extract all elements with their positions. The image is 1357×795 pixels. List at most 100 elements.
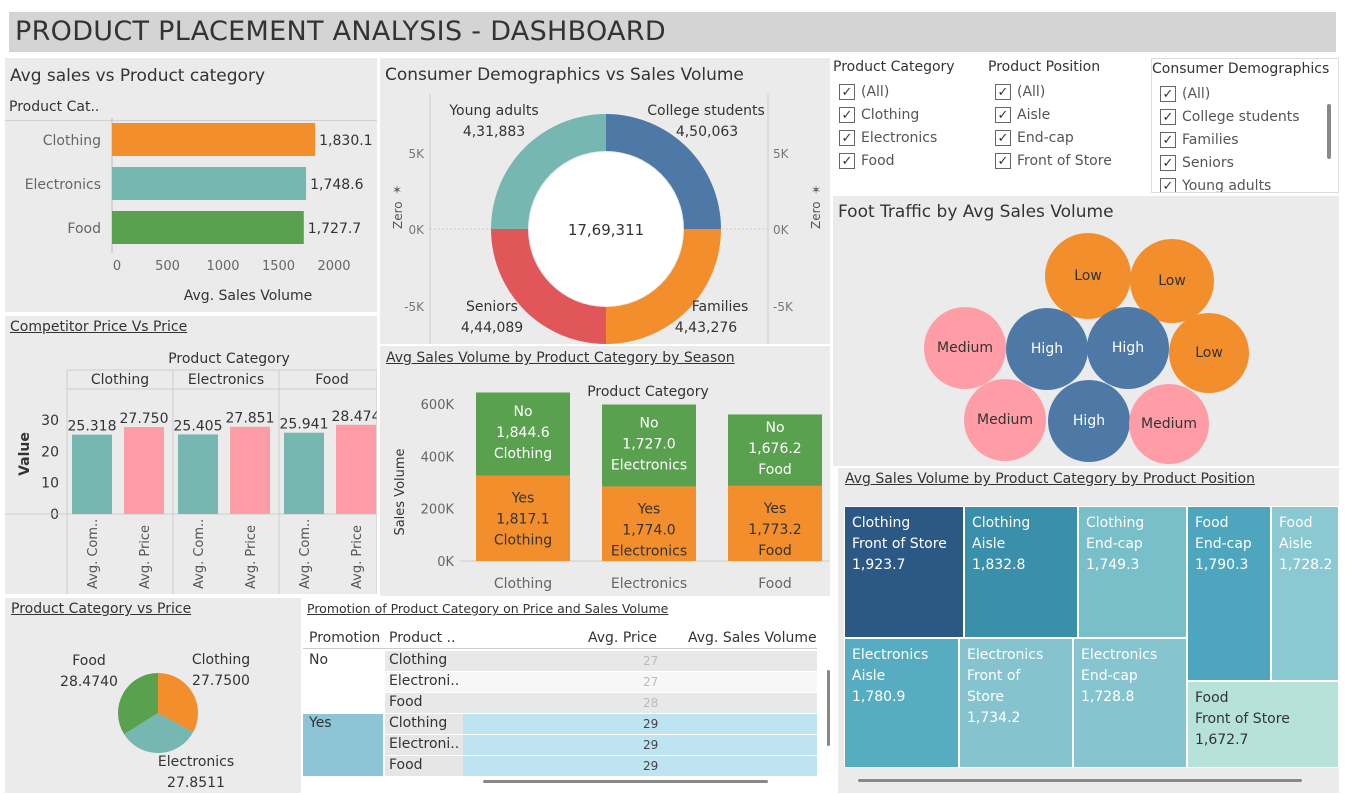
competitor-value-price: 28.474 xyxy=(332,409,378,425)
checkbox-checked-icon[interactable]: ✓ xyxy=(995,130,1011,146)
table-row[interactable] xyxy=(463,672,817,692)
filter-option[interactable]: ✓ Electronics xyxy=(839,130,937,146)
competitor-bar-comp[interactable] xyxy=(178,434,218,514)
season-yes-label: Yes xyxy=(511,491,535,507)
checkbox-checked-icon[interactable]: ✓ xyxy=(995,107,1011,123)
product-category-header: Product Cat.. xyxy=(9,99,100,115)
promotion-panel: Promotion of Product Category on Price a… xyxy=(303,598,835,793)
pie-label-value: 27.8511 xyxy=(167,775,225,791)
treemap-cell-text: 1,734.2 xyxy=(967,710,1021,726)
competitor-chart: Product Category Value 30 20 10 0 Clothing 25.3… xyxy=(5,351,378,594)
foot-traffic-bubble[interactable]: Low xyxy=(1169,313,1249,393)
treemap-cell-text: Food xyxy=(1279,515,1313,531)
table-row[interactable] xyxy=(463,693,817,713)
foot-traffic-title: Foot Traffic by Avg Sales Volume xyxy=(838,202,1114,222)
checkbox-checked-icon[interactable]: ✓ xyxy=(839,84,855,100)
filter-option[interactable]: ✓ College students xyxy=(1160,109,1300,125)
checkbox-checked-icon[interactable]: ✓ xyxy=(995,153,1011,169)
promotion-col-header[interactable]: Avg. Sales Volume xyxy=(688,630,817,646)
treemap-cell[interactable]: Clothing Aisle 1,832.8 xyxy=(964,506,1078,638)
competitor-bar-comp[interactable] xyxy=(72,434,112,514)
pin-icon[interactable]: ✶ xyxy=(811,183,821,197)
treemap-cell[interactable]: Electronics Aisle 1,780.9 xyxy=(844,638,959,768)
foot-traffic-bubble[interactable]: Medium xyxy=(964,379,1046,461)
table-row[interactable] xyxy=(463,651,817,671)
filter-option[interactable]: ✓ Aisle xyxy=(995,107,1050,123)
competitor-bar-price[interactable] xyxy=(336,424,376,514)
competitor-bar-comp[interactable] xyxy=(284,432,324,514)
treemap-cell[interactable]: Clothing End-cap 1,749.3 xyxy=(1078,506,1187,638)
treemap-cell-text: Front of xyxy=(967,668,1021,684)
filter-option[interactable]: ✓ Clothing xyxy=(839,107,919,123)
bar-cat-bar[interactable] xyxy=(112,167,307,200)
bar-cat-tick: 2000 xyxy=(317,259,350,274)
table-row[interactable] xyxy=(463,714,817,734)
competitor-title[interactable]: Competitor Price Vs Price xyxy=(10,319,187,335)
treemap-cell[interactable]: Clothing Front of Store 1,923.7 xyxy=(844,506,964,638)
checkbox-checked-icon[interactable]: ✓ xyxy=(995,84,1011,100)
filter-option[interactable]: ✓ Seniors xyxy=(1160,155,1234,171)
season-no-label: Electronics xyxy=(611,457,687,473)
competitor-ytick: 10 xyxy=(41,476,59,492)
promotion-cell-category: Clothing xyxy=(389,652,448,668)
checkbox-checked-icon[interactable]: ✓ xyxy=(1160,86,1176,102)
promotion-group-label: Yes xyxy=(309,715,332,731)
filter-option[interactable]: ✓ Front of Store xyxy=(995,153,1112,169)
filter-option[interactable]: ✓ (All) xyxy=(995,84,1045,100)
checkbox-checked-icon[interactable]: ✓ xyxy=(839,153,855,169)
season-title[interactable]: Avg Sales Volume by Product Category by … xyxy=(386,350,735,366)
filter-option[interactable]: ✓ (All) xyxy=(1160,86,1210,102)
foot-traffic-bubble[interactable]: High xyxy=(1087,307,1169,389)
foot-traffic-bubble[interactable]: High xyxy=(1048,380,1130,462)
promotion-cell-category: Food xyxy=(389,757,423,773)
filter-option[interactable]: ✓ Food xyxy=(839,153,895,169)
checkbox-checked-icon[interactable]: ✓ xyxy=(839,107,855,123)
treemap-cell-text: 1,780.9 xyxy=(852,689,906,705)
season-no-label: No xyxy=(765,420,784,436)
bar-cat-tick: 1000 xyxy=(206,259,239,274)
promotion-hscroll[interactable] xyxy=(483,780,768,783)
bar-cat-bar[interactable] xyxy=(112,211,304,244)
promotion-col-header[interactable]: Product .. xyxy=(389,630,456,646)
filter-option[interactable]: ✓ End-cap xyxy=(995,130,1074,146)
treemap-cell-text: Clothing xyxy=(1086,515,1145,531)
competitor-value-comp: 25.405 xyxy=(174,418,223,434)
pin-icon[interactable]: ✶ xyxy=(392,183,402,197)
treemap-cell[interactable]: Electronics Front of Store 1,734.2 xyxy=(959,638,1073,768)
treemap-cell[interactable]: Electronics End-cap 1,728.8 xyxy=(1073,638,1187,768)
filter-option[interactable]: ✓ Young adults xyxy=(1160,178,1271,192)
promotion-vscroll[interactable] xyxy=(827,670,830,746)
checkbox-checked-icon[interactable]: ✓ xyxy=(1160,109,1176,125)
filter-option[interactable]: ✓ Families xyxy=(1160,132,1239,148)
treemap-title[interactable]: Avg Sales Volume by Product Category by … xyxy=(845,471,1255,487)
competitor-bar-price[interactable] xyxy=(124,427,164,514)
bar-cat-bar[interactable] xyxy=(112,123,316,156)
promotion-title[interactable]: Promotion of Product Category on Price a… xyxy=(307,601,668,616)
table-row[interactable] xyxy=(463,756,817,776)
bar-cat-label: Electronics xyxy=(25,177,101,193)
checkbox-checked-icon[interactable]: ✓ xyxy=(1160,178,1176,192)
treemap-cell-text: Food xyxy=(1195,515,1229,531)
treemap-cell[interactable]: Food Front of Store 1,672.7 xyxy=(1187,681,1339,768)
checkbox-checked-icon[interactable]: ✓ xyxy=(1160,155,1176,171)
treemap-cell[interactable]: Food Aisle 1,728.2 xyxy=(1271,506,1339,681)
filter-option[interactable]: ✓ (All) xyxy=(839,84,889,100)
foot-traffic-bubble[interactable]: High xyxy=(1006,308,1088,390)
competitor-bar-price[interactable] xyxy=(230,426,270,514)
treemap-hscroll[interactable] xyxy=(858,779,1302,782)
promotion-col-header[interactable]: Avg. Price xyxy=(588,630,657,646)
foot-traffic-bubble[interactable]: Low xyxy=(1045,233,1131,319)
filter-option-label: (All) xyxy=(1017,84,1046,100)
promotion-col-header[interactable]: Promotion xyxy=(309,630,380,646)
pie-title[interactable]: Product Category vs Price xyxy=(11,601,191,617)
filter-option-label: End-cap xyxy=(1017,130,1074,146)
season-xtick: Clothing xyxy=(494,576,552,592)
competitor-xlabel: Avg. Price xyxy=(138,525,153,589)
foot-traffic-bubble[interactable]: Medium xyxy=(924,307,1006,389)
filter-scrollbar[interactable] xyxy=(1327,104,1331,159)
checkbox-checked-icon[interactable]: ✓ xyxy=(1160,132,1176,148)
foot-traffic-bubble[interactable]: Medium xyxy=(1129,384,1209,464)
checkbox-checked-icon[interactable]: ✓ xyxy=(839,130,855,146)
table-row[interactable] xyxy=(463,735,817,755)
treemap-cell[interactable]: Food End-cap 1,790.3 xyxy=(1187,506,1271,681)
